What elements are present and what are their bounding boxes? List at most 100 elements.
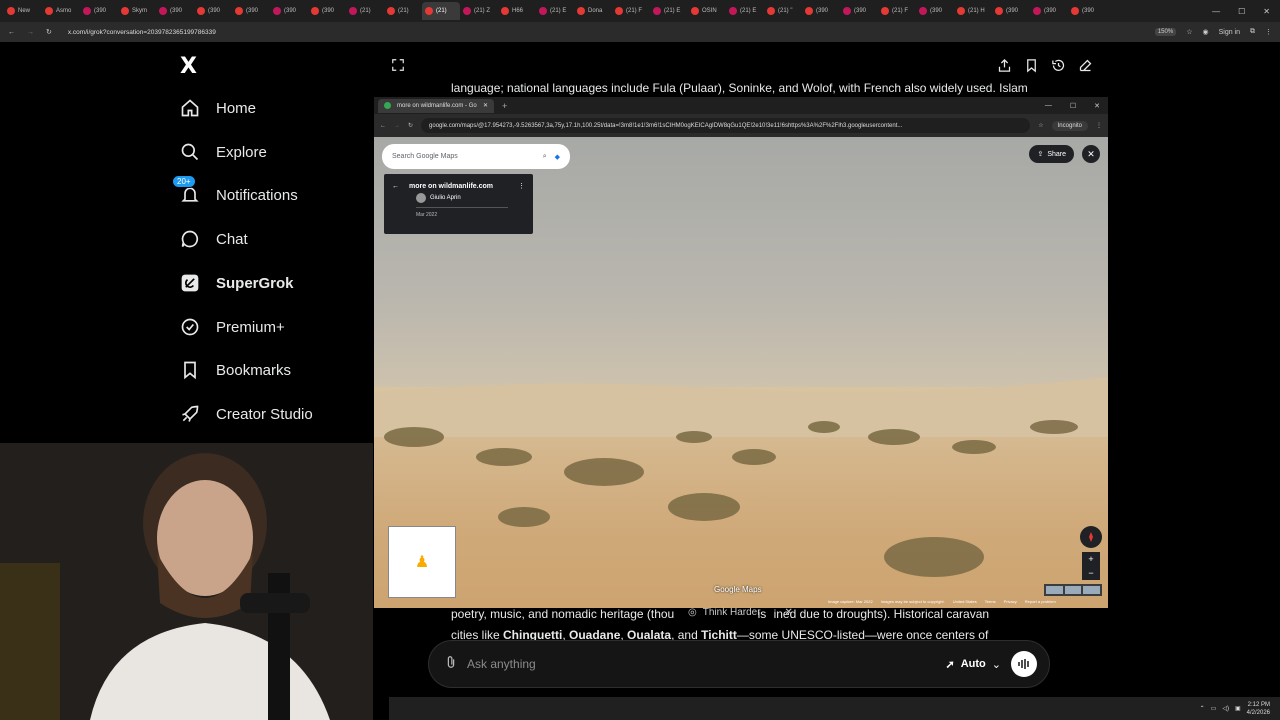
browser-tab[interactable]: (390 (308, 2, 346, 20)
browser-tab[interactable]: Dona (574, 2, 612, 20)
sidebar-item-chat[interactable]: Chat (178, 224, 248, 254)
browser-tab[interactable]: (21) F (878, 2, 916, 20)
sidebar-item-supergrok[interactable]: SuperGrok (178, 268, 294, 298)
sidebar-item-bookmarks[interactable]: Bookmarks (178, 355, 291, 385)
browser-tab[interactable]: H66 (498, 2, 536, 20)
privacy-link[interactable]: Privacy (1004, 599, 1017, 604)
maximize-icon[interactable]: ☐ (1238, 7, 1245, 16)
browser-tab[interactable]: (390 (80, 2, 118, 20)
maps-tab[interactable]: more on wildmanlife.com - Go ✕ (378, 98, 494, 113)
menu-icon[interactable]: ⋮ (1096, 122, 1102, 129)
browser-tab[interactable]: (390 (1030, 2, 1068, 20)
address-bar[interactable]: x.com/i/grok?conversation=20397823651997… (68, 29, 216, 36)
browser-tab[interactable]: (390 (156, 2, 194, 20)
back-icon[interactable]: ← (380, 123, 386, 129)
reload-icon[interactable]: ↻ (46, 28, 52, 36)
close-icon[interactable]: ✕ (1094, 102, 1100, 110)
browser-tab[interactable]: OSIN (688, 2, 726, 20)
voice-mode-button[interactable] (1011, 651, 1037, 677)
close-icon[interactable]: ✕ (785, 607, 793, 618)
forward-icon[interactable]: → (27, 29, 34, 36)
attach-icon[interactable] (445, 655, 457, 674)
reload-icon[interactable]: ↻ (408, 122, 413, 129)
forward-icon[interactable]: → (394, 123, 400, 129)
browser-tab[interactable]: (390 (270, 2, 308, 20)
chat-input[interactable]: Ask anything (467, 657, 936, 671)
maps-search-box[interactable]: Search Google Maps ⌕ ◆ (382, 144, 570, 169)
browser-tab[interactable]: (21) Z (460, 2, 498, 20)
sign-in-button[interactable]: Sign in (1219, 29, 1240, 36)
profile-icon[interactable]: ◉ (1202, 28, 1208, 36)
browser-tab[interactable]: (390 (232, 2, 270, 20)
maps-address-bar[interactable]: google.com/maps/@17.954273,-9.5263567,3a… (421, 118, 1031, 133)
back-arrow-icon[interactable]: ← (392, 183, 399, 190)
new-chat-icon[interactable] (1078, 58, 1093, 78)
browser-tab[interactable]: (21) " (764, 2, 802, 20)
browser-tab[interactable]: (21) (384, 2, 422, 20)
zoom-out-button[interactable]: − (1088, 568, 1093, 578)
minimize-icon[interactable]: — (1212, 7, 1220, 16)
browser-toolbar: ← → ↻ x.com/i/grok?conversation=20397823… (0, 22, 1280, 42)
sidebar-item-label: SuperGrok (216, 274, 294, 292)
directions-icon[interactable]: ◆ (555, 153, 560, 161)
close-icon[interactable]: ✕ (1263, 7, 1270, 16)
layers-strip[interactable] (1044, 584, 1102, 596)
incognito-badge[interactable]: Incognito (1051, 120, 1088, 131)
browser-tab[interactable]: (21) (422, 2, 460, 20)
menu-icon[interactable]: ⋮ (1265, 28, 1272, 36)
browser-tab[interactable]: (21) H (954, 2, 992, 20)
browser-tab[interactable]: (390 (1068, 2, 1106, 20)
expand-icon[interactable] (391, 58, 405, 77)
browser-tab[interactable]: New (4, 2, 42, 20)
x-logo[interactable]: X (180, 54, 197, 79)
new-tab-icon[interactable]: + (502, 101, 507, 111)
sidebar-item-home[interactable]: Home (178, 93, 256, 123)
bookmark-icon[interactable] (1024, 58, 1039, 78)
browser-tab[interactable]: (21) F (612, 2, 650, 20)
close-icon[interactable]: ✕ (483, 102, 488, 109)
sidebar-item-explore[interactable]: Explore (178, 137, 267, 167)
region-link[interactable]: United States (953, 599, 977, 604)
chevron-up-icon[interactable]: ⌃ (1200, 705, 1205, 712)
browser-tab[interactable]: (390 (992, 2, 1030, 20)
card-author[interactable]: Giulio Aprin (430, 195, 461, 201)
terms-link[interactable]: Terms (985, 599, 996, 604)
minimize-icon[interactable]: — (1045, 102, 1052, 110)
zoom-level[interactable]: 150% (1154, 28, 1177, 36)
browser-tab[interactable]: (21) E (650, 2, 688, 20)
browser-tab[interactable]: (390 (194, 2, 232, 20)
sidebar-item-premium[interactable]: Premium+ (178, 312, 285, 342)
system-clock[interactable]: 2:12 PM 4/2/2026 (1247, 701, 1270, 717)
display-icon[interactable]: ▣ (1235, 705, 1241, 712)
browser-tab[interactable]: Asmo (42, 2, 80, 20)
network-icon[interactable]: ▭ (1211, 705, 1217, 712)
star-icon[interactable]: ☆ (1038, 122, 1043, 129)
share-icon[interactable] (997, 58, 1012, 78)
browser-tab[interactable]: (390 (916, 2, 954, 20)
maximize-icon[interactable]: ☐ (1070, 102, 1076, 110)
browser-tab[interactable]: Skym (118, 2, 156, 20)
star-icon[interactable]: ☆ (1186, 28, 1192, 36)
history-icon[interactable] (1051, 58, 1066, 78)
browser-tab[interactable]: (21) (346, 2, 384, 20)
think-harder-chip[interactable]: ◎ Think Harder ✕ (688, 607, 793, 618)
mode-selector[interactable]: ➚ Auto ⌄ (946, 658, 1001, 671)
browser-tab[interactable]: (390 (802, 2, 840, 20)
sidebar-item-creator-studio[interactable]: Creator Studio (178, 399, 313, 429)
browser-tab[interactable]: (390 (840, 2, 878, 20)
search-icon[interactable]: ⌕ (543, 153, 547, 161)
browser-tab[interactable]: (21) E (536, 2, 574, 20)
report-problem-link[interactable]: Report a problem (1025, 599, 1056, 604)
street-view-close-button[interactable]: ✕ (1082, 145, 1100, 163)
minimap[interactable]: ♟ (388, 526, 456, 598)
extensions-icon[interactable]: ⧉ (1250, 28, 1255, 36)
browser-tab[interactable]: (21) E (726, 2, 764, 20)
street-view-scene[interactable]: Search Google Maps ⌕ ◆ ← more on wildman… (374, 137, 1108, 608)
sidebar-item-notifications[interactable]: 20+ Notifications (172, 175, 298, 210)
compass-icon[interactable] (1080, 526, 1102, 548)
volume-icon[interactable]: ◁) (1222, 705, 1229, 712)
zoom-in-button[interactable]: + (1088, 554, 1093, 564)
more-icon[interactable]: ⋮ (518, 182, 525, 190)
back-icon[interactable]: ← (8, 29, 15, 36)
maps-share-button[interactable]: ⇪ Share (1029, 145, 1074, 163)
